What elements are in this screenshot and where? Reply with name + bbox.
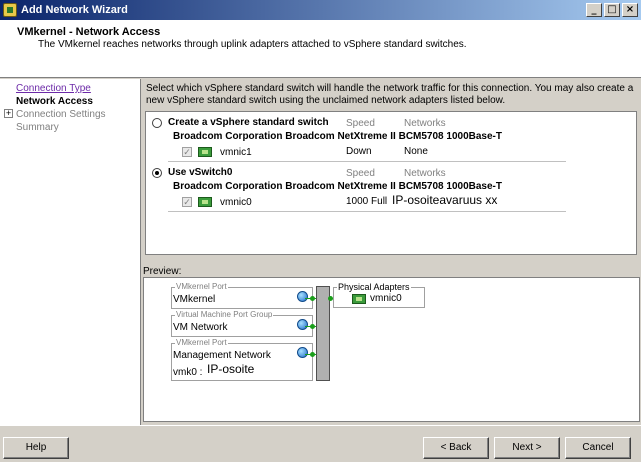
use-vswitch0-option[interactable]: Use vSwitch0 bbox=[152, 167, 232, 178]
use-vswitch0-radio[interactable] bbox=[152, 167, 162, 178]
maximize-button[interactable]: □ bbox=[604, 3, 620, 17]
port-group-name: Management Network bbox=[173, 350, 271, 361]
ip-annotation: IP-osoite bbox=[207, 362, 255, 376]
window-title: Add Network Wizard bbox=[21, 4, 128, 16]
network-wizard-icon bbox=[3, 3, 17, 17]
nic-speed: Down bbox=[346, 146, 372, 157]
port-group-name: VM Network bbox=[173, 322, 228, 333]
port-group-name: VMkernel bbox=[173, 294, 216, 305]
connector-dot bbox=[310, 296, 315, 301]
nic-networks: None bbox=[404, 146, 428, 157]
wizard-header: VMkernel - Network Access The VMkernel r… bbox=[0, 20, 641, 78]
minimize-button[interactable]: _ bbox=[586, 3, 602, 17]
title-bar: Add Network Wizard _ □ × bbox=[0, 0, 641, 20]
step-network-access: Network Access bbox=[16, 96, 93, 107]
page-subtitle: The VMkernel reaches networks through up… bbox=[38, 39, 467, 50]
port-group-legend: VMkernel Port bbox=[175, 282, 228, 291]
physical-nic-name: vmnic0 bbox=[370, 293, 402, 304]
vmk-label: vmk0 : bbox=[173, 367, 203, 378]
port-group-legend: Virtual Machine Port Group bbox=[175, 310, 274, 319]
physical-adapters-group: Physical Adapters vmnic0 bbox=[333, 282, 425, 308]
help-button[interactable]: Help bbox=[3, 437, 69, 459]
network-adapter-icon bbox=[352, 294, 366, 304]
port-group-vmkernel: VMkernel Port VMkernel bbox=[171, 282, 313, 309]
switch-selection-list: Create a vSphere standard switch Speed N… bbox=[145, 111, 637, 255]
networks-column-header: Networks bbox=[404, 168, 446, 179]
port-group-management-network: VMkernel Port Management Network vmk0 : … bbox=[171, 338, 313, 381]
nic-checkbox: ✓ bbox=[182, 197, 192, 207]
main-content: Select which vSphere standard switch wil… bbox=[142, 79, 641, 425]
connector-dot bbox=[310, 352, 315, 357]
nic-row: ✓ vmnic1 bbox=[182, 145, 252, 159]
divider bbox=[168, 211, 566, 212]
network-adapter-icon bbox=[198, 147, 212, 157]
next-button[interactable]: Next > bbox=[494, 437, 560, 459]
adapter-name: Broadcom Corporation Broadcom NetXtreme … bbox=[173, 131, 502, 142]
create-switch-label: Create a vSphere standard switch bbox=[168, 117, 329, 128]
button-bar: Help < Back Next > Cancel bbox=[0, 425, 641, 462]
step-summary: Summary bbox=[16, 122, 59, 133]
create-switch-radio[interactable] bbox=[152, 117, 162, 128]
nic-speed: 1000 Full bbox=[346, 196, 388, 207]
physical-adapters-legend: Physical Adapters bbox=[337, 282, 411, 292]
nic-row: ✓ vmnic0 bbox=[182, 195, 252, 209]
network-globe-icon bbox=[297, 347, 308, 358]
network-globe-icon bbox=[297, 319, 308, 330]
step-connection-settings: Connection Settings bbox=[16, 109, 106, 120]
wizard-steps: Connection Type Network Access + Connect… bbox=[0, 79, 141, 425]
back-button[interactable]: < Back bbox=[423, 437, 489, 459]
adapter-name: Broadcom Corporation Broadcom NetXtreme … bbox=[173, 181, 502, 192]
connector-dot bbox=[310, 324, 315, 329]
instructions-text: Select which vSphere standard switch wil… bbox=[146, 83, 634, 106]
preview-label: Preview: bbox=[143, 266, 182, 277]
nic-name: vmnic0 bbox=[220, 196, 252, 208]
networks-annotation: IP-osoiteavaruus xx bbox=[392, 193, 498, 207]
cancel-button[interactable]: Cancel bbox=[565, 437, 631, 459]
network-adapter-icon bbox=[198, 197, 212, 207]
speed-column-header: Speed bbox=[346, 118, 375, 129]
network-globe-icon bbox=[297, 291, 308, 302]
divider bbox=[168, 161, 566, 162]
close-button[interactable]: × bbox=[622, 3, 638, 17]
page-title: VMkernel - Network Access bbox=[17, 26, 161, 38]
expand-icon[interactable]: + bbox=[4, 109, 13, 118]
port-group-vm-network: Virtual Machine Port Group VM Network bbox=[171, 310, 313, 337]
port-group-legend: VMkernel Port bbox=[175, 338, 228, 347]
use-vswitch0-label: Use vSwitch0 bbox=[168, 167, 233, 178]
networks-column-header: Networks bbox=[404, 118, 446, 129]
preview-panel: VMkernel Port VMkernel Virtual Machine P… bbox=[143, 277, 640, 422]
create-switch-option[interactable]: Create a vSphere standard switch bbox=[152, 117, 329, 128]
speed-column-header: Speed bbox=[346, 168, 375, 179]
nic-checkbox: ✓ bbox=[182, 147, 192, 157]
step-connection-type[interactable]: Connection Type bbox=[16, 83, 91, 94]
nic-name: vmnic1 bbox=[220, 146, 252, 158]
